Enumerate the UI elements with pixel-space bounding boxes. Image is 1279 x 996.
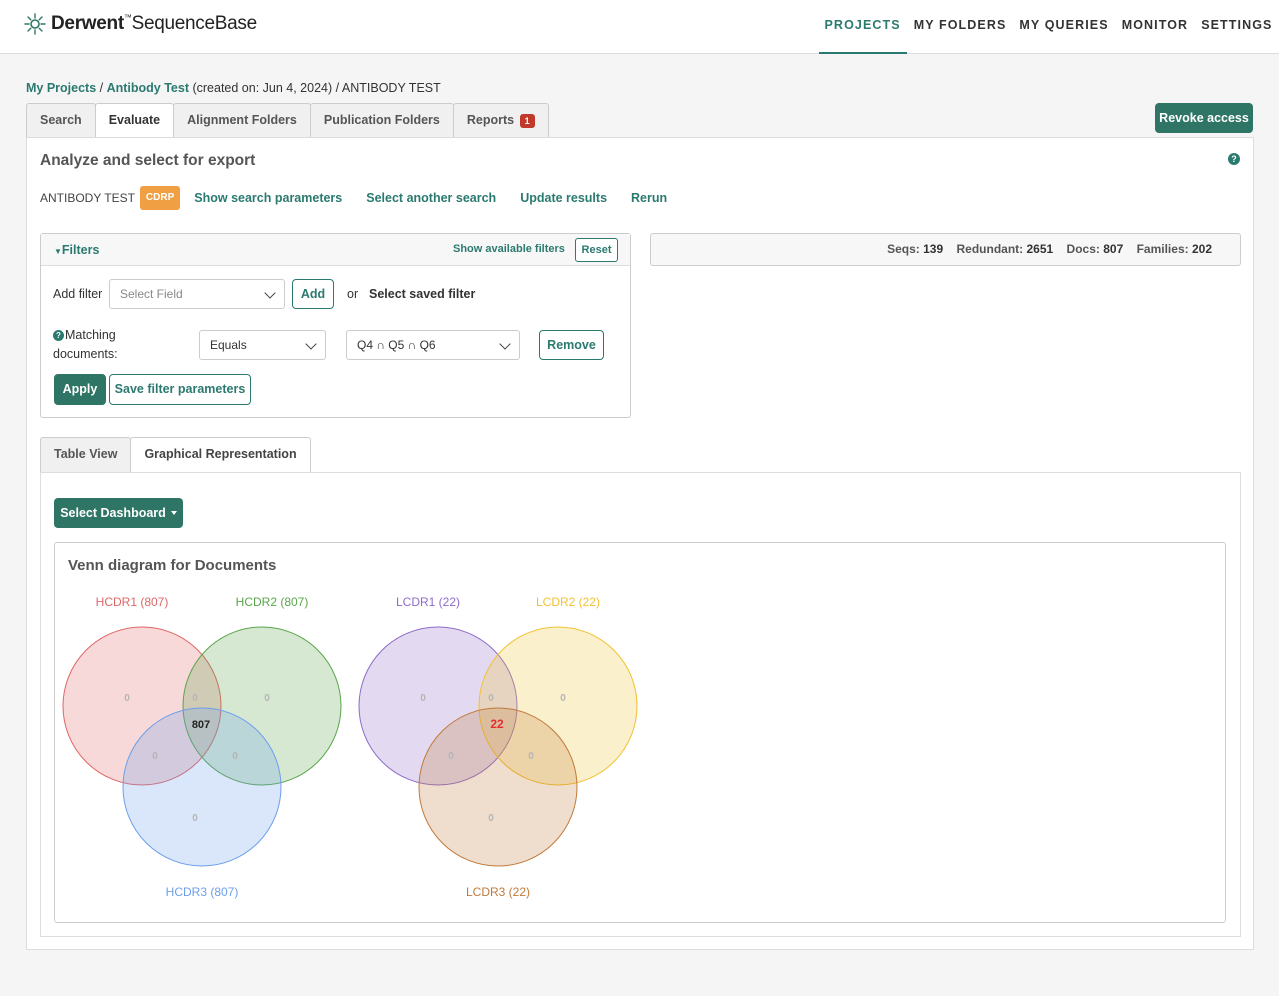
nav-settings[interactable]: SETTINGS bbox=[1195, 0, 1278, 54]
lcdr-label-1: LCDR1 (22) bbox=[396, 595, 460, 609]
chevron-down-icon bbox=[305, 338, 317, 350]
reset-button[interactable]: Reset bbox=[575, 238, 618, 262]
update-results-link[interactable]: Update results bbox=[520, 191, 607, 205]
lcdr-count-abc: 22 bbox=[490, 717, 504, 731]
result-stats: Seqs: 139 Redundant: 2651 Docs: 807 Fami… bbox=[650, 233, 1241, 266]
tab-table-view[interactable]: Table View bbox=[40, 437, 132, 472]
show-available-filters-link[interactable]: Show available filters bbox=[453, 243, 565, 255]
hcdr-count-abc: 807 bbox=[192, 719, 210, 731]
lcdr-count-b: 0 bbox=[560, 693, 566, 704]
tab-alignment-folders[interactable]: Alignment Folders bbox=[173, 103, 311, 138]
chevron-down-icon bbox=[264, 287, 276, 299]
tab-graphical-representation[interactable]: Graphical Representation bbox=[130, 437, 311, 473]
hcdr-count-a: 0 bbox=[124, 693, 130, 704]
revoke-access-button[interactable]: Revoke access bbox=[1155, 103, 1253, 133]
tab-search[interactable]: Search bbox=[26, 103, 96, 138]
lcdr-count-a: 0 bbox=[420, 693, 426, 704]
lcdr-count-ab: 0 bbox=[488, 693, 494, 704]
add-filter-label: Add filter bbox=[53, 287, 103, 301]
hcdr-label-2: HCDR2 (807) bbox=[236, 595, 309, 609]
view-tabs: Table View Graphical Representation bbox=[40, 437, 311, 473]
lcdr-count-c: 0 bbox=[488, 813, 494, 824]
brand-name: Derwent™SequenceBase bbox=[51, 13, 257, 34]
families-stat: Families: 202 bbox=[1136, 242, 1212, 256]
add-filter-button[interactable]: Add bbox=[292, 279, 334, 309]
apply-button[interactable]: Apply bbox=[54, 374, 106, 405]
lcdr-count-ac: 0 bbox=[448, 751, 454, 762]
breadcrumb-created-date: (created on: Jun 4, 2024) bbox=[189, 81, 333, 95]
venn-card: Venn diagram for Documents HCDR1 (807) HC… bbox=[54, 542, 1226, 923]
reports-count-badge: 1 bbox=[519, 113, 535, 128]
hcdr-label-1: HCDR1 (807) bbox=[96, 595, 169, 609]
rerun-link[interactable]: Rerun bbox=[631, 191, 667, 205]
select-saved-filter-link[interactable]: Select saved filter bbox=[369, 287, 475, 301]
redundant-stat: Redundant: 2651 bbox=[956, 242, 1054, 256]
breadcrumb: My Projects / Antibody Test (created on:… bbox=[26, 81, 441, 95]
graphical-panel: Select Dashboard Venn diagram for Docume… bbox=[40, 472, 1241, 937]
filters-header: ▼Filters Show available filters Reset bbox=[41, 234, 630, 266]
nav-my-queries[interactable]: MY QUERIES bbox=[1013, 0, 1114, 54]
venn-diagrams: HCDR1 (807) HCDR2 (807) HCDR3 (807) 0 0 0 0 0 0 8… bbox=[62, 595, 638, 899]
search-toolbar: ANTIBODY TEST CDRP Show search parameter… bbox=[40, 186, 667, 210]
lcdr-label-3: LCDR3 (22) bbox=[466, 885, 530, 899]
filters-box: ▼Filters Show available filters Reset Ad… bbox=[40, 233, 631, 418]
help-icon[interactable]: ? bbox=[1228, 153, 1240, 165]
derwent-logo-icon bbox=[24, 13, 46, 35]
seqs-stat: Seqs: 139 bbox=[887, 242, 944, 256]
cdrp-badge: CDRP bbox=[139, 186, 181, 210]
docs-stat: Docs: 807 bbox=[1066, 242, 1124, 256]
remove-filter-button[interactable]: Remove bbox=[539, 330, 604, 360]
top-bar: Derwent™SequenceBase PROJECTS MY FOLDERS… bbox=[0, 0, 1279, 54]
caret-down-icon: ▼ bbox=[54, 247, 62, 256]
show-search-parameters-link[interactable]: Show search parameters bbox=[194, 191, 342, 205]
breadcrumb-project[interactable]: Antibody Test bbox=[107, 81, 189, 95]
select-dashboard-button[interactable]: Select Dashboard bbox=[54, 498, 183, 528]
nav-my-folders[interactable]: MY FOLDERS bbox=[908, 0, 1013, 54]
hcdr-circle-3 bbox=[122, 707, 282, 867]
filters-toggle[interactable]: ▼Filters bbox=[54, 243, 99, 257]
save-filter-parameters-button[interactable]: Save filter parameters bbox=[109, 374, 251, 405]
hcdr-label-3: HCDR3 (807) bbox=[166, 885, 239, 899]
tab-reports[interactable]: Reports 1 bbox=[452, 103, 549, 138]
nav-monitor[interactable]: MONITOR bbox=[1116, 0, 1195, 54]
matching-documents-label-2: documents: bbox=[53, 347, 118, 361]
hcdr-count-b: 0 bbox=[264, 693, 270, 704]
select-another-search-link[interactable]: Select another search bbox=[366, 191, 496, 205]
matching-documents-label: ? Matching bbox=[53, 328, 116, 342]
caret-down-icon bbox=[170, 511, 177, 515]
page-title: Analyze and select for export bbox=[40, 152, 256, 169]
nav-projects[interactable]: PROJECTS bbox=[818, 0, 907, 54]
project-tabs: Search Evaluate Alignment Folders Public… bbox=[26, 103, 549, 139]
tab-evaluate[interactable]: Evaluate bbox=[94, 103, 175, 139]
operator-select[interactable]: Equals bbox=[199, 330, 326, 360]
lcdr-label-2: LCDR2 (22) bbox=[536, 595, 600, 609]
evaluate-panel: Analyze and select for export ? ANTIBODY… bbox=[26, 137, 1254, 950]
hcdr-count-ab: 0 bbox=[192, 693, 198, 704]
brand-logo[interactable]: Derwent™SequenceBase bbox=[24, 13, 257, 35]
breadcrumb-search: ANTIBODY TEST bbox=[341, 81, 441, 95]
or-label: or bbox=[347, 287, 359, 301]
matching-value-select[interactable]: Q4 ∩ Q5 ∩ Q6 bbox=[346, 330, 520, 360]
hcdr-count-ac: 0 bbox=[152, 751, 158, 762]
main-nav: PROJECTS MY FOLDERS MY QUERIES MONITOR S… bbox=[818, 0, 1279, 54]
chevron-down-icon bbox=[499, 338, 511, 350]
search-name: ANTIBODY TEST bbox=[40, 191, 135, 205]
hcdr-count-bc: 0 bbox=[232, 751, 238, 762]
question-icon[interactable]: ? bbox=[53, 330, 64, 341]
lcdr-circle-3 bbox=[418, 707, 578, 867]
field-select[interactable]: Select Field bbox=[109, 279, 285, 309]
hcdr-count-c: 0 bbox=[192, 813, 198, 824]
tab-publication-folders[interactable]: Publication Folders bbox=[309, 103, 454, 138]
lcdr-count-bc: 0 bbox=[528, 751, 534, 762]
breadcrumb-my-projects[interactable]: My Projects bbox=[26, 81, 96, 95]
